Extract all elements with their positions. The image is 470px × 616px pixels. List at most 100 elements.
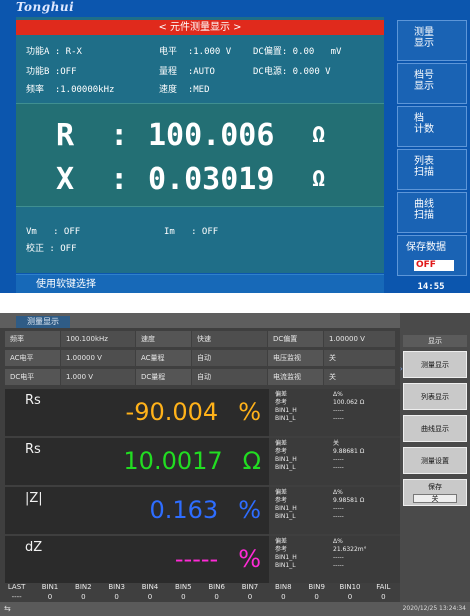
value-unit: Ω <box>242 447 261 475</box>
setting-value[interactable]: 1.000 V <box>61 369 135 385</box>
bin-count: 0 <box>81 593 86 601</box>
datetime: 2020/12/25 13:24:34 <box>402 605 466 612</box>
deviation-value: ----- <box>333 562 344 569</box>
setting-value[interactable]: 自动 <box>192 350 267 366</box>
bin-header: BIN5 <box>175 583 192 591</box>
bin-header: BIN3 <box>108 583 125 591</box>
deviation-label: BIN1_H <box>275 407 297 414</box>
deviation-label: 参考 <box>275 399 288 406</box>
instrument-screen-top: Tonghui < 元件测量显示 > 功能A : R-X 电平 :1.000 V… <box>0 0 470 293</box>
setting-value[interactable]: 100.100kHz <box>61 331 135 347</box>
correction-state: 校正 : OFF <box>26 244 77 254</box>
softkey-list-sweep[interactable]: 列表 扫描 <box>397 149 467 190</box>
deviation-value: Δ% <box>333 489 343 496</box>
softkey-bin-display[interactable]: 档号 显示 <box>397 63 467 104</box>
bin-header: BIN1 <box>41 583 59 591</box>
measurement-panel: < 元件测量显示 > 功能A : R-X 电平 :1.000 V DC偏置: 0… <box>16 17 384 273</box>
measurement-row: dZ -----% 偏差 Δ% 参考 21.6322m° BIN1_H ----- BIN1_L… <box>5 536 401 583</box>
deviation-value: 100.062 Ω <box>333 399 365 406</box>
deviation-label: 偏差 <box>275 538 288 545</box>
bin-header: LAST <box>7 583 26 591</box>
primary-unit: Ω <box>312 123 326 148</box>
param-label: dZ <box>25 540 43 555</box>
bin-header: BIN9 <box>308 583 325 591</box>
softkey-graph-display[interactable]: 曲线显示 <box>403 415 467 442</box>
tab-measure-display[interactable]: 测量显示 <box>16 316 70 328</box>
usb-icon: ⇆ <box>4 604 11 613</box>
instrument-screen-bottom: 测量显示 频率 100.100kHz 速度 快速 DC偏置 1.00000 V AC电平 1.… <box>0 313 470 616</box>
bin-count: 0 <box>314 593 319 601</box>
value-unit: % <box>238 496 261 524</box>
setting-value[interactable]: 关 <box>324 350 395 366</box>
main-readout: R : 100.006 Ω X : 0.03019 Ω <box>16 103 384 207</box>
param-label: |Z| <box>25 491 43 506</box>
deviation-info: 偏差 Δ% 参考 100.062 Ω BIN1_H ----- BIN1_L ----- <box>269 389 401 436</box>
softkey-list-display[interactable]: 列表显示 <box>403 383 467 410</box>
setting-label: 速度 <box>136 331 191 347</box>
softkey-measure-display[interactable]: 测量显示 <box>397 20 467 61</box>
deviation-label: BIN1_H <box>275 505 297 512</box>
softkey-header: 显示 <box>403 335 467 347</box>
setting-label: AC电平 <box>5 350 60 366</box>
bin-count: 0 <box>214 593 219 601</box>
bin-count: 0 <box>181 593 186 601</box>
param-label: Rs <box>25 393 41 408</box>
bin-count: 0 <box>114 593 119 601</box>
deviation-label: BIN1_H <box>275 456 297 463</box>
setting-value[interactable]: 1.00000 V <box>61 350 135 366</box>
bin-header: BIN7 <box>241 583 259 591</box>
bin-header: BIN10 <box>339 583 361 591</box>
deviation-value: ----- <box>333 456 344 463</box>
softkey-bin-count[interactable]: 档计数 <box>397 106 467 147</box>
frequency-setting: 频率 :1.00000kHz <box>26 85 115 95</box>
bin-count: 0 <box>247 593 253 601</box>
deviation-info: 偏差 Δ% 参考 21.6322m° BIN1_H ----- BIN1_L ----- <box>269 536 401 583</box>
vm-monitor: Vm : OFF <box>26 227 81 237</box>
setting-label: DC偏置 <box>268 331 323 347</box>
bin-count-table: LAST ---- BIN1 0 BIN2 0 BIN3 0 BIN4 0 BIN5 0 BIN6 0 BI… <box>0 582 400 602</box>
setting-value[interactable]: 自动 <box>192 369 267 385</box>
deviation-value: 21.6322m° <box>333 546 367 553</box>
deviation-label: 偏差 <box>275 489 288 496</box>
deviation-value: 关 <box>333 440 340 447</box>
deviation-info: 偏差 关参考 9.88681 Ω BIN1_H ----- BIN1_L ----- <box>269 438 401 485</box>
setting-label: 频率 <box>5 331 60 347</box>
setting-value[interactable]: 1.00000 V <box>324 331 395 347</box>
setting-value[interactable]: 快速 <box>192 331 267 347</box>
function-b: 功能B :OFF <box>26 67 77 77</box>
softkey-save[interactable]: 保存 关 <box>403 479 467 506</box>
range-setting: 量程 :AUTO <box>159 67 215 77</box>
setting-label: AC量程 <box>136 350 191 366</box>
setting-label: 电流监视 <box>268 369 323 385</box>
primary-param: R : <box>56 118 129 153</box>
softkey-measure-setup[interactable]: 测量设置 <box>403 447 467 474</box>
speed-setting: 速度 :MED <box>159 85 210 95</box>
setting-label: DC电平 <box>5 369 60 385</box>
save-state-badge: OFF <box>414 260 454 271</box>
bin-count: 0 <box>47 593 53 601</box>
bin-header: BIN4 <box>141 583 159 591</box>
softkey-panel: 测量 显示 档号 显示 档计数 列表 扫描 曲线 扫描 保存数据 OFF <box>392 0 470 293</box>
status-bar: 使用软键选择 <box>16 274 384 293</box>
bin-header: BIN6 <box>208 583 225 591</box>
bin-count: ---- <box>11 593 22 601</box>
softkey-save-data[interactable]: 保存数据 OFF <box>397 235 467 276</box>
secondary-param: X : <box>56 162 129 197</box>
deviation-label: 偏差 <box>275 440 288 447</box>
param-label: Rs <box>25 442 41 457</box>
deviation-value: Δ% <box>333 538 343 545</box>
bin-header: BIN2 <box>75 583 92 591</box>
deviation-value: Δ% <box>333 391 343 398</box>
softkey-graph-sweep[interactable]: 曲线 扫描 <box>397 192 467 233</box>
setting-value[interactable]: 关 <box>324 369 395 385</box>
deviation-label: BIN1_L <box>275 513 296 520</box>
deviation-value: 9.98581 Ω <box>333 497 365 504</box>
softkey-measure-display[interactable]: 测量显示 <box>403 351 467 378</box>
clock: 14:55 <box>417 282 445 292</box>
dc-source-setting: DC电源: 0.000 V <box>253 67 331 77</box>
measurement-row: Rs 10.0017 Ω 偏差 关参考 9.88681 Ω BIN1_H ----- BIN1_… <box>5 438 401 485</box>
deviation-info: 偏差 Δ% 参考 9.98581 Ω BIN1_H ----- BIN1_L ----- <box>269 487 401 534</box>
value-unit: % <box>238 545 261 573</box>
deviation-label: BIN1_L <box>275 415 296 422</box>
setting-label: DC量程 <box>136 369 191 385</box>
